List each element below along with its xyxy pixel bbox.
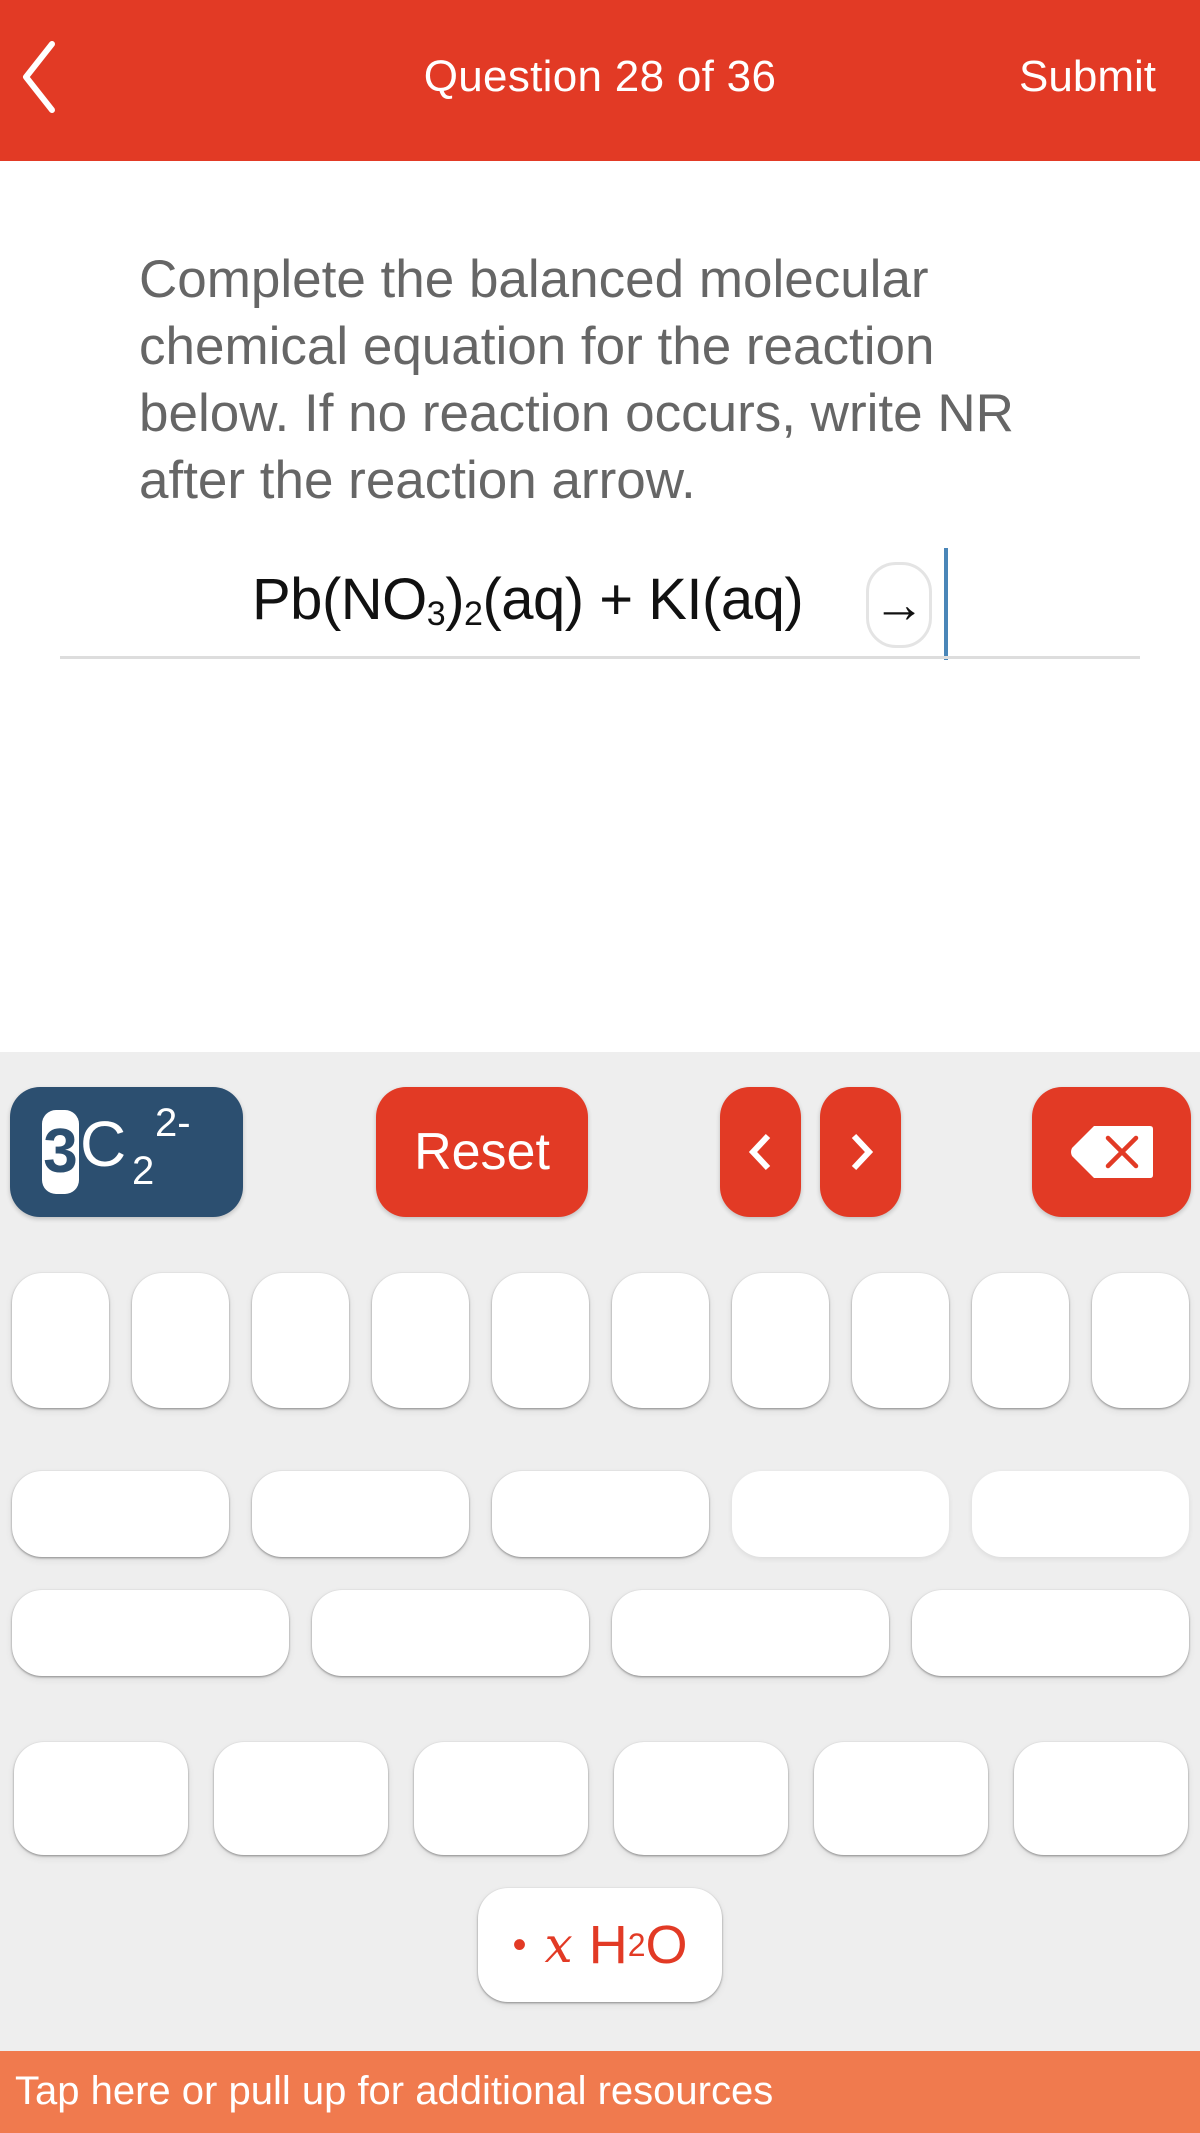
element-key-3[interactable] <box>614 1742 788 1855</box>
digit-key-3[interactable] <box>372 1273 469 1408</box>
subscript: 2 <box>627 1926 646 1963</box>
reactant-1: Pb(NO <box>252 567 427 632</box>
element-key-0[interactable] <box>14 1742 188 1855</box>
digit-key-8[interactable] <box>972 1273 1069 1408</box>
cursor-right-button[interactable] <box>820 1087 901 1217</box>
resources-drawer-handle[interactable]: Tap here or pull up for additional resou… <box>0 2051 1200 2133</box>
state-key-3[interactable] <box>912 1590 1189 1676</box>
state-key-0[interactable] <box>12 1590 289 1676</box>
plus-sign: + <box>583 567 649 632</box>
reset-button[interactable]: Reset <box>376 1087 588 1217</box>
subscript-indicator: 2 <box>132 1149 155 1193</box>
chevron-right-icon <box>851 1133 873 1171</box>
digit-key-9[interactable] <box>1092 1273 1189 1408</box>
digit-key-1[interactable] <box>132 1273 229 1408</box>
x-variable: x <box>544 1916 573 1974</box>
digit-key-0[interactable] <box>12 1273 109 1408</box>
state-key-2[interactable] <box>612 1590 889 1676</box>
paren-close: ) <box>445 567 465 632</box>
coefficient-indicator: 3 <box>42 1110 79 1194</box>
symbol-key-4[interactable] <box>972 1471 1189 1557</box>
chevron-left-icon <box>748 1133 770 1171</box>
reaction-arrow: → <box>866 562 932 648</box>
state-label: (aq) <box>482 567 584 632</box>
element-key-2[interactable] <box>414 1742 588 1855</box>
digit-key-5[interactable] <box>612 1273 709 1408</box>
question-prompt: Complete the balanced molecular chemical… <box>139 250 1014 510</box>
digit-key-2[interactable] <box>252 1273 349 1408</box>
submit-button[interactable]: Submit <box>1019 52 1156 102</box>
charge-mode-toggle[interactable]: 3 C 2 2- <box>10 1087 243 1217</box>
backspace-icon <box>1070 1126 1153 1178</box>
state-key-1[interactable] <box>312 1590 589 1676</box>
cursor-left-button[interactable] <box>720 1087 801 1217</box>
top-bar: Question 28 of 36 Submit <box>0 0 1200 161</box>
resources-drawer-label: Tap here or pull up for additional resou… <box>15 2069 774 2113</box>
symbol-key-3[interactable] <box>732 1471 949 1557</box>
element-key-1[interactable] <box>214 1742 388 1855</box>
symbol-key-2[interactable] <box>492 1471 709 1557</box>
charge-indicator: 2- <box>155 1101 191 1145</box>
element-indicator: C <box>80 1108 127 1180</box>
element-key-4[interactable] <box>814 1742 988 1855</box>
hydrate-button[interactable]: • x H 2 O <box>478 1888 722 2002</box>
digit-key-7[interactable] <box>852 1273 949 1408</box>
symbol-key-1[interactable] <box>252 1471 469 1557</box>
equation-line: Pb(NO3)2(aq) + KI(aq) → <box>0 548 1200 660</box>
digit-key-4[interactable] <box>492 1273 589 1408</box>
subscript: 3 <box>426 595 446 633</box>
equation-reactants: Pb(NO3)2(aq) + KI(aq) <box>252 566 804 634</box>
oxygen: O <box>645 1915 688 1975</box>
backspace-button[interactable] <box>1032 1087 1191 1217</box>
reactant-2: KI(aq) <box>648 567 804 632</box>
hydrogen: H <box>588 1915 628 1975</box>
digit-key-6[interactable] <box>732 1273 829 1408</box>
answer-input-underline[interactable] <box>60 656 1140 659</box>
symbol-key-0[interactable] <box>12 1471 229 1557</box>
subscript: 2 <box>464 595 483 633</box>
element-key-5[interactable] <box>1014 1742 1188 1855</box>
answer-input-cursor[interactable] <box>944 548 948 660</box>
dot-symbol: • <box>512 1922 527 1967</box>
